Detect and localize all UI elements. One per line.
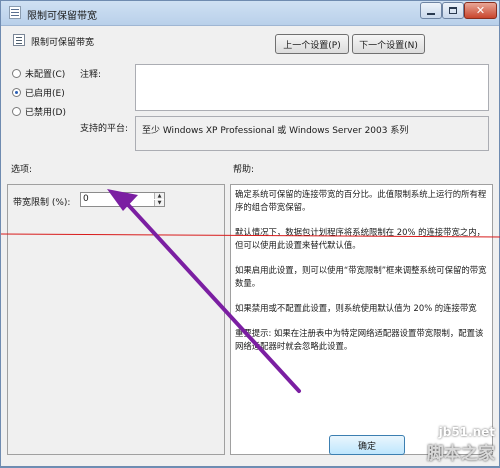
red-guide-line — [1, 233, 500, 238]
watermark: jb51.net 脚本之家 — [427, 425, 495, 464]
annotation-overlay — [1, 189, 500, 393]
policy-dialog: 限制可保留带宽 ✕ 限制可保留带宽 上一个设置(P) 下一个设置(N) 未配置(… — [0, 0, 500, 467]
arrow-line — [119, 195, 301, 393]
watermark-url: jb51.net — [438, 425, 495, 439]
watermark-name: 脚本之家 — [427, 444, 495, 464]
